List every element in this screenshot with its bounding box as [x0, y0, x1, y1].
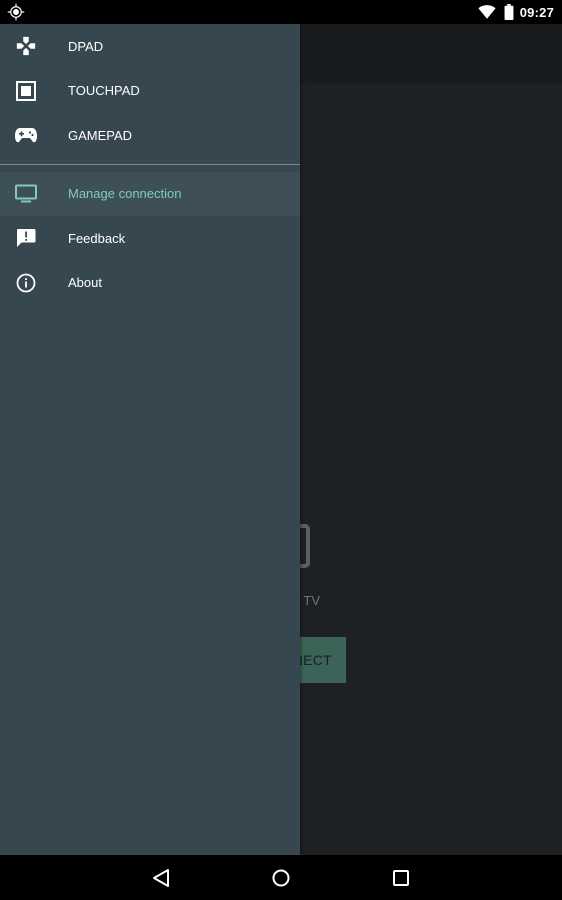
drawer-item-label: TOUCHPAD [68, 83, 140, 99]
drawer-item-label: Manage connection [68, 186, 182, 202]
gamepad-icon [14, 123, 38, 147]
system-navigation-bar [0, 855, 562, 900]
drawer-item-dpad[interactable]: DPAD [0, 24, 300, 69]
drawer-item-feedback[interactable]: Feedback [0, 216, 300, 261]
feedback-icon [14, 226, 38, 250]
wifi-icon [478, 5, 496, 19]
battery-icon [504, 4, 514, 20]
drawer-divider [0, 163, 300, 165]
drawer-item-touchpad[interactable]: TOUCHPAD [0, 69, 300, 114]
recents-icon[interactable] [389, 866, 413, 890]
info-icon [14, 271, 38, 295]
drawer-item-label: Feedback [68, 230, 126, 246]
status-time: 09:27 [519, 4, 554, 20]
drawer-item-label: DPAD [68, 38, 104, 54]
drawer-list: DPAD TOUCHPAD GAMEPAD Manage connection … [0, 24, 300, 305]
drawer-item-manage-connection[interactable]: Manage connection [0, 171, 300, 216]
touchpad-icon [14, 79, 38, 103]
drawer-item-gamepad[interactable]: GAMEPAD [0, 113, 300, 158]
home-icon[interactable] [269, 866, 293, 890]
drawer-item-label: About [68, 275, 102, 291]
drawer-item-about[interactable]: About [0, 261, 300, 306]
location-icon [7, 3, 25, 21]
navigation-drawer: DPAD TOUCHPAD GAMEPAD Manage connection … [0, 0, 300, 855]
drawer-item-label: GAMEPAD [68, 127, 133, 143]
status-bar: 09:27 [0, 0, 562, 24]
back-icon[interactable] [149, 866, 173, 890]
dpad-icon [14, 34, 38, 58]
tv-icon [14, 182, 38, 206]
